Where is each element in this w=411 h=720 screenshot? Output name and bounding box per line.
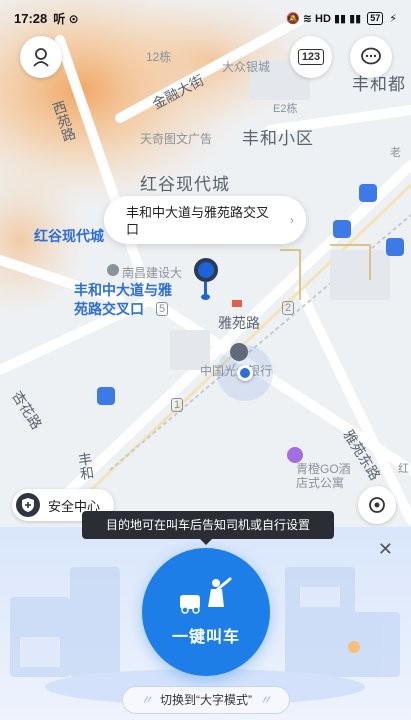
area-honggu-city: 红谷现代城 xyxy=(140,175,230,194)
locate-icon xyxy=(369,497,385,513)
poi-building-12: 12栋 xyxy=(146,50,172,64)
one-click-call-label: 一键叫车 xyxy=(171,629,240,646)
switch-large-font-mode-button[interactable]: 〃 切换到“大字模式” 〃 xyxy=(122,686,290,714)
locate-button[interactable] xyxy=(358,486,396,524)
shield-icon xyxy=(16,493,40,517)
coin-icon xyxy=(348,641,360,653)
bank-poi-icon xyxy=(230,343,248,361)
map-view[interactable]: 12栋 大众银城 金融大街 丰和都 E2栋 西苑路 天奇图文广告 丰和小区 老 … xyxy=(0,0,411,540)
hotel-poi-icon xyxy=(287,447,303,463)
bus-stop-icon[interactable] xyxy=(359,184,377,202)
current-location-icon xyxy=(237,365,253,381)
poi-e2: E2栋 xyxy=(273,103,298,115)
charging-icon: ⚡ xyxy=(389,12,397,25)
poi-lao: 老 xyxy=(390,147,401,159)
status-right-icons: 🔕 ≋ HD ▮▮ ▮▮ 57 ⚡ xyxy=(286,11,397,25)
taxi-passenger-icon xyxy=(180,577,232,614)
keyboard-button[interactable]: 123 xyxy=(290,36,332,78)
route-card-text: 丰和中大道与雅苑路交叉口 xyxy=(126,205,270,237)
chevron-right-icon: › xyxy=(290,213,294,227)
poi-hong: 红 xyxy=(398,463,409,475)
area-fenghe-district: 丰和小区 xyxy=(242,129,314,148)
road-number-1: 1 xyxy=(171,398,184,412)
destination-label: 丰和中大道与雅苑路交叉口 xyxy=(74,282,172,317)
street-yayuan: 雅苑路 xyxy=(218,315,260,331)
street-fenghe-vertical: 丰和 xyxy=(76,451,96,481)
poi-qingcheng: 青橙GO酒店式公寓 xyxy=(296,462,351,490)
bus-stop-icon[interactable] xyxy=(386,238,404,256)
status-time: 17:28 xyxy=(14,10,48,26)
status-app-indicators: 听 ⊙ xyxy=(53,11,79,26)
destination-tooltip: 目的地可在叫车后告知司机或自行设置 xyxy=(82,511,334,545)
status-bar: 17:28 听 ⊙ 🔕 ≋ HD ▮▮ ▮▮ 57 ⚡ xyxy=(0,0,411,36)
close-icon[interactable]: ✕ xyxy=(378,539,393,560)
poi-bank: 中国光大银行 xyxy=(200,364,273,378)
destination-pin-base xyxy=(201,294,210,300)
label-honggu-left: 红谷现代城 xyxy=(34,228,104,244)
route-card[interactable]: 丰和中大道与雅苑路交叉口 › xyxy=(104,196,306,244)
decoration-icon: 〃 xyxy=(259,693,272,707)
poi-dazhong: 大众银城 xyxy=(222,60,271,74)
status-signal-icons: 🔕 ≋ HD ▮▮ ▮▮ xyxy=(286,12,362,25)
poi-dot-icon xyxy=(107,264,119,276)
poi-tianqi: 天奇图文广告 xyxy=(140,132,213,146)
bus-stop-icon[interactable] xyxy=(97,387,115,405)
poi-nanchang: 南昌建设大 xyxy=(122,266,183,280)
rail-marker-icon xyxy=(232,300,242,307)
decoration-icon: 〃 xyxy=(140,693,153,707)
road-number-2: 2 xyxy=(282,301,295,315)
avatar-button[interactable] xyxy=(20,36,62,78)
bus-stop-icon[interactable] xyxy=(333,220,351,238)
battery-icon: 57 xyxy=(367,11,384,25)
switch-mode-label: 切换到“大字模式” xyxy=(160,693,252,707)
destination-pin-icon[interactable] xyxy=(194,258,218,282)
one-click-call-button[interactable]: 一键叫车 xyxy=(142,548,270,676)
chat-bubble-icon xyxy=(361,47,381,65)
user-icon xyxy=(33,48,49,67)
message-button[interactable] xyxy=(350,36,392,78)
keyboard-icon: 123 xyxy=(297,49,325,65)
